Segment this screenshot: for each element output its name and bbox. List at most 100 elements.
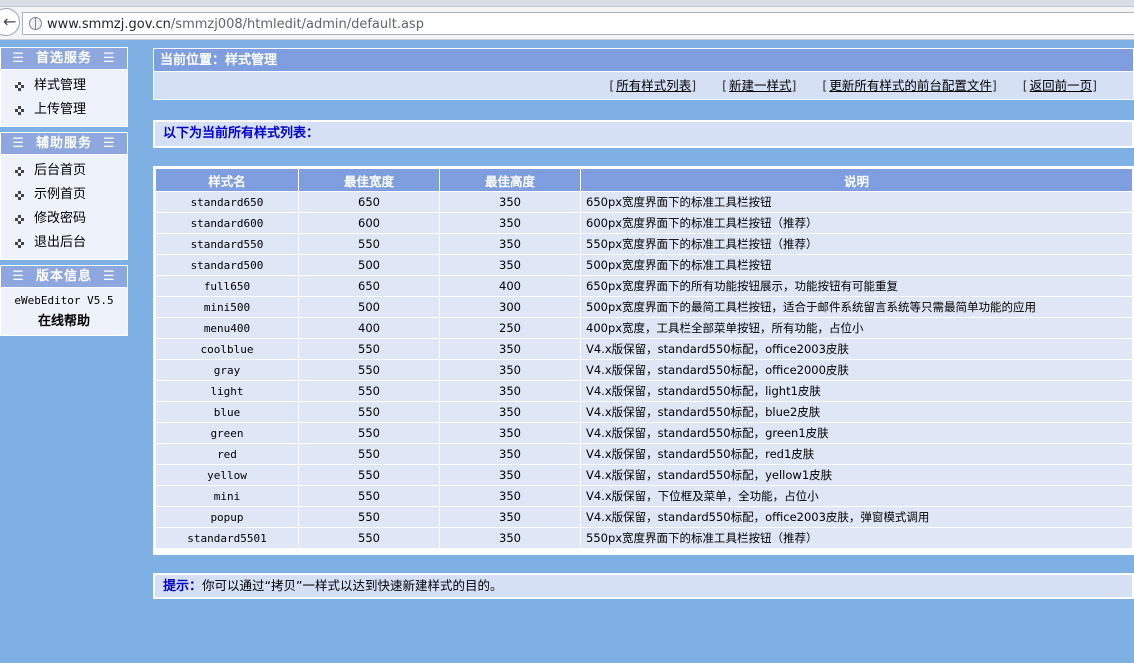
sidebar-item-style-manage[interactable]: 样式管理 xyxy=(1,74,127,98)
cell-description: V4.x版保留，standard550标配，office2000皮肤 xyxy=(580,359,1133,381)
cell-best-height: 350 xyxy=(439,527,581,549)
cell-description: V4.x版保留，standard550标配，red1皮肤 xyxy=(580,443,1133,465)
menu-header-preferred: ☰ 首选服务 ☰ xyxy=(1,48,127,70)
cell-style-name[interactable]: menu400 xyxy=(155,317,299,339)
cell-style-name[interactable]: popup xyxy=(155,506,299,528)
cell-best-width: 650 xyxy=(298,275,440,297)
table-header-row: 样式名 最佳宽度 最佳高度 说明 xyxy=(155,168,1133,192)
table-row: standard5501 550 350 550px宽度界面下的标准工具栏按钮（推荐） xyxy=(155,527,1133,549)
cell-best-width: 550 xyxy=(298,401,440,423)
table-row: mini500 500 300 500px宽度界面下的最简工具栏按钮，适合于邮件系统留… xyxy=(155,296,1133,318)
cell-style-name[interactable]: yellow xyxy=(155,464,299,486)
cell-best-width: 650 xyxy=(298,191,440,213)
cell-best-width: 550 xyxy=(298,464,440,486)
sidebar-item-label: 退出后台 xyxy=(34,235,87,250)
cell-style-name[interactable]: blue xyxy=(155,401,299,423)
cell-best-height: 350 xyxy=(439,380,581,402)
menu-panel-auxiliary: ☰ 辅助服务 ☰ 后台首页 示例首页 修改密码 退出后台 xyxy=(0,132,128,260)
sidebar-item-label: 后台首页 xyxy=(34,163,87,178)
diamond-bullet-icon xyxy=(15,215,24,224)
cell-description: 650px宽度界面下的标准工具栏按钮 xyxy=(580,191,1133,213)
cell-best-width: 550 xyxy=(298,380,440,402)
cell-best-height: 350 xyxy=(439,485,581,507)
style-table-box: 样式名 最佳宽度 最佳高度 说明 standard650 650 350 650px宽… xyxy=(153,166,1134,555)
sidebar-item-logout[interactable]: 退出后台 xyxy=(1,231,127,255)
cell-style-name[interactable]: standard500 xyxy=(155,254,299,276)
cell-style-name[interactable]: standard550 xyxy=(155,233,299,255)
cell-description: 500px宽度界面下的最简工具栏按钮，适合于邮件系统留言系统等只需最简单功能的应… xyxy=(580,296,1133,318)
cell-description: 650px宽度界面下的所有功能按钮展示，功能按钮有可能重复 xyxy=(580,275,1133,297)
style-table: 样式名 最佳宽度 最佳高度 说明 standard650 650 350 650px宽… xyxy=(155,168,1133,549)
table-row: mini 550 350 V4.x版保留，下位框及菜单，全功能，占位小 xyxy=(155,485,1133,507)
sidebar-item-admin-home[interactable]: 后台首页 xyxy=(1,159,127,183)
sidebar-item-change-password[interactable]: 修改密码 xyxy=(1,207,127,231)
sidebar-item-label: 修改密码 xyxy=(34,211,87,226)
cell-style-name[interactable]: red xyxy=(155,443,299,465)
cell-style-name[interactable]: standard600 xyxy=(155,212,299,234)
cell-best-width: 550 xyxy=(298,485,440,507)
cell-best-height: 350 xyxy=(439,233,581,255)
back-arrow-icon: ← xyxy=(3,12,17,31)
tip-box: 提示：你可以通过“拷贝”一样式以达到快速新建样式的目的。 xyxy=(153,573,1134,599)
globe-icon xyxy=(29,17,42,30)
table-row: popup 550 350 V4.x版保留，standard550标配，office2… xyxy=(155,506,1133,528)
menu-header-auxiliary: ☰ 辅助服务 ☰ xyxy=(1,133,127,155)
cell-style-name[interactable]: mini500 xyxy=(155,296,299,318)
cell-style-name[interactable]: mini xyxy=(155,485,299,507)
cell-description: V4.x版保留，下位框及菜单，全功能，占位小 xyxy=(580,485,1133,507)
version-name: eWebEditor V5.5 xyxy=(14,294,114,307)
cell-style-name[interactable]: standard650 xyxy=(155,191,299,213)
menu-header-version: ☰ 版本信息 ☰ xyxy=(1,266,127,288)
link-all-styles[interactable]: 所有样式列表 xyxy=(616,78,691,93)
cell-style-name[interactable]: full650 xyxy=(155,275,299,297)
sidebar-item-upload-manage[interactable]: 上传管理 xyxy=(1,98,127,122)
cell-style-name[interactable]: coolblue xyxy=(155,338,299,360)
table-row: gray 550 350 V4.x版保留，standard550标配，office20… xyxy=(155,359,1133,381)
back-button[interactable]: ← xyxy=(0,8,20,36)
position-box: 当前位置：样式管理 [所有样式列表] [新建一样式] [更新所有样式的前台配置文… xyxy=(153,48,1134,100)
menu-panel-version: ☰ 版本信息 ☰ eWebEditor V5.5 在线帮助 xyxy=(0,265,128,336)
cell-description: 550px宽度界面下的标准工具栏按钮（推荐） xyxy=(580,527,1133,549)
cell-best-height: 350 xyxy=(439,254,581,276)
current-position: 当前位置：样式管理 xyxy=(153,48,1134,72)
table-row: light 550 350 V4.x版保留，standard550标配，light1皮… xyxy=(155,380,1133,402)
cell-style-name[interactable]: standard5501 xyxy=(155,527,299,549)
cell-best-width: 550 xyxy=(298,359,440,381)
diamond-bullet-icon xyxy=(15,167,24,176)
cell-best-width: 550 xyxy=(298,233,440,255)
table-row: standard550 550 350 550px宽度界面下的标准工具栏按钮（推荐） xyxy=(155,233,1133,255)
cell-best-width: 500 xyxy=(298,254,440,276)
address-bar: ← www.smmzj.gov.cn/smmzj008/htmledit/adm… xyxy=(0,7,1134,40)
url-text: www.smmzj.gov.cn/smmzj008/htmledit/admin… xyxy=(47,17,424,32)
table-row: standard600 600 350 600px宽度界面下的标准工具栏按钮（推荐） xyxy=(155,212,1133,234)
diamond-bullet-icon xyxy=(15,239,24,248)
menu-panel-preferred: ☰ 首选服务 ☰ 样式管理 上传管理 xyxy=(0,47,128,127)
link-update-config[interactable]: 更新所有样式的前台配置文件 xyxy=(829,78,992,93)
cell-style-name[interactable]: gray xyxy=(155,359,299,381)
col-header-best-height: 最佳高度 xyxy=(439,168,581,192)
cell-best-height: 350 xyxy=(439,401,581,423)
cell-description: V4.x版保留，standard550标配，light1皮肤 xyxy=(580,380,1133,402)
cell-style-name[interactable]: light xyxy=(155,380,299,402)
sidebar-item-example-home[interactable]: 示例首页 xyxy=(1,183,127,207)
table-row: green 550 350 V4.x版保留，standard550标配，green1皮… xyxy=(155,422,1133,444)
cell-description: V4.x版保留，standard550标配，office2003皮肤，弹窗模式调… xyxy=(580,506,1133,528)
cell-best-height: 350 xyxy=(439,422,581,444)
list-title: 以下为当前所有样式列表： xyxy=(153,120,1134,148)
cell-description: 600px宽度界面下的标准工具栏按钮（推荐） xyxy=(580,212,1133,234)
link-new-style[interactable]: 新建一样式 xyxy=(729,78,792,93)
url-field[interactable]: www.smmzj.gov.cn/smmzj008/htmledit/admin… xyxy=(22,12,1134,35)
table-row: menu400 400 250 400px宽度，工具栏全部菜单按钮，所有功能，占位小 xyxy=(155,317,1133,339)
diamond-bullet-icon xyxy=(15,191,24,200)
cell-best-height: 350 xyxy=(439,506,581,528)
cell-best-height: 250 xyxy=(439,317,581,339)
diamond-bullet-icon xyxy=(15,82,24,91)
online-help-link[interactable]: 在线帮助 xyxy=(1,311,127,335)
link-go-back[interactable]: 返回前一页 xyxy=(1030,78,1093,93)
cell-description: 500px宽度界面下的标准工具栏按钮 xyxy=(580,254,1133,276)
action-links: [所有样式列表] [新建一样式] [更新所有样式的前台配置文件] [返回前一页] xyxy=(153,72,1134,100)
cell-style-name[interactable]: green xyxy=(155,422,299,444)
list-title-box: 以下为当前所有样式列表： xyxy=(153,120,1134,148)
cell-best-height: 300 xyxy=(439,296,581,318)
cell-best-width: 550 xyxy=(298,527,440,549)
